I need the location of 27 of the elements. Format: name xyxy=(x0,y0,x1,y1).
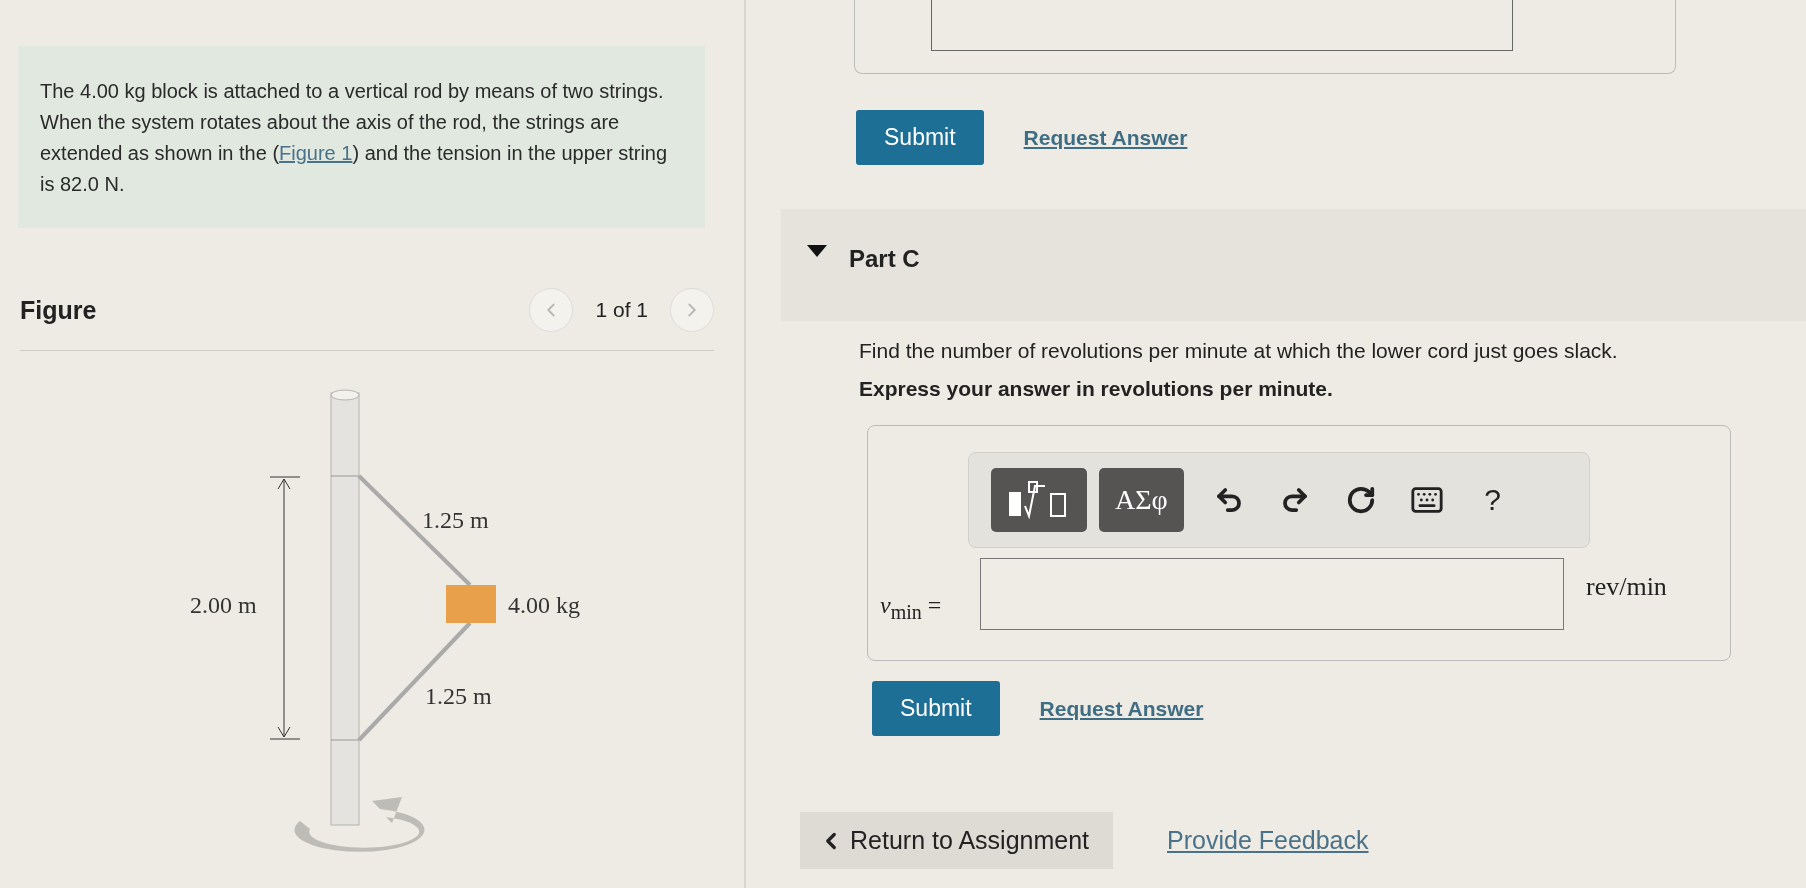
block xyxy=(446,585,496,623)
templates-button[interactable] xyxy=(991,468,1087,532)
submit-button[interactable]: Submit xyxy=(872,681,1000,736)
triangle-down-icon xyxy=(807,245,827,259)
symbols-button[interactable]: ΑΣφ xyxy=(1099,468,1184,532)
request-answer-link[interactable]: Request Answer xyxy=(1023,125,1188,150)
instruction-text: Express your answer in revolutions per minute. xyxy=(859,377,1334,401)
question-text: Find the number of revolutions per minute at which the lower cord just goes slack. xyxy=(859,339,1619,363)
answer-field[interactable] xyxy=(980,558,1564,630)
part-header[interactable]: Part C xyxy=(781,209,1806,321)
feedback-link[interactable]: Provide Feedback xyxy=(1167,826,1369,855)
reset-icon xyxy=(1345,485,1376,515)
figure-pager: 1 of 1 xyxy=(595,298,648,322)
mass-label: 4.00 kg xyxy=(508,592,580,618)
return-button[interactable]: Return to Assignment xyxy=(800,812,1113,869)
request-answer-link[interactable]: Request Answer xyxy=(1039,696,1204,721)
figure-title: Figure xyxy=(20,295,98,325)
unit-label: rev/min xyxy=(1586,572,1667,602)
help-button[interactable]: ? xyxy=(1459,470,1526,530)
submit-button[interactable]: Submit xyxy=(856,110,984,165)
answer-field[interactable] xyxy=(931,0,1513,51)
part-title: Part C xyxy=(849,245,920,273)
height-label: 2.00 m xyxy=(190,592,257,618)
variable-label: ν$_{min}$ = xyxy=(880,592,943,624)
upper-length-label: 1.25 m xyxy=(422,507,489,533)
lower-length-label: 1.25 m xyxy=(425,683,492,709)
problem-text: The 4.00 kg block is attached to a vertical rod by means of two strings. When the system rotates about the axis of the rod, the strings are extended as shown in the (Figure 1) and the tension in the upper string is 82.0 N. xyxy=(40,79,669,197)
